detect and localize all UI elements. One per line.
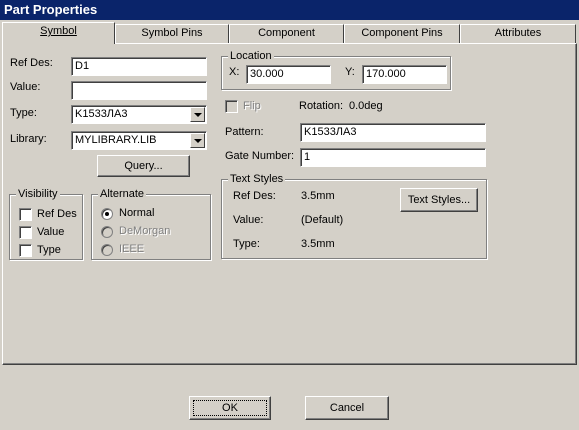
- library-label: Library:: [10, 133, 47, 145]
- query-button[interactable]: Query...: [97, 155, 190, 177]
- refdes-visibility-checkbox[interactable]: [19, 208, 32, 221]
- text-style-type-label: Type:: [233, 238, 260, 250]
- location-x-label: X:: [229, 66, 240, 78]
- tab-attributes[interactable]: Attributes: [460, 24, 576, 43]
- ok-button[interactable]: OK: [189, 396, 271, 420]
- pattern-label: Pattern:: [225, 126, 264, 138]
- refdes-visibility-label: Ref Des: [37, 208, 77, 220]
- gate-number-label: Gate Number:: [225, 150, 295, 162]
- location-y-label: Y:: [345, 66, 355, 78]
- text-styles-group-title: Text Styles: [228, 172, 286, 186]
- type-combobox[interactable]: K1533ЛA3: [71, 105, 207, 124]
- type-visibility-label: Type: [37, 244, 61, 256]
- rotation-label: Rotation:: [299, 100, 344, 112]
- ieee-radio-label: IEEE: [119, 243, 145, 255]
- demorgan-radio-label: DeMorgan: [119, 225, 171, 237]
- library-combobox[interactable]: MYLIBRARY.LIB: [71, 131, 207, 150]
- text-style-refdes-label: Ref Des:: [233, 190, 276, 202]
- alternate-group: Alternate Normal DeMorgan IEEE: [91, 187, 211, 260]
- tab-label: Attributes: [494, 27, 542, 39]
- refdes-input[interactable]: D1: [71, 57, 207, 76]
- visibility-group: Visibility Ref Des Value Type: [9, 187, 83, 260]
- tab-label: Component Pins: [361, 27, 443, 39]
- text-styles-button[interactable]: Text Styles...: [400, 188, 478, 212]
- gate-number-input[interactable]: 1: [300, 148, 486, 167]
- normal-radio[interactable]: [101, 208, 113, 220]
- tab-symbol[interactable]: Symbol: [2, 22, 115, 44]
- window-title: Part Properties: [0, 0, 579, 20]
- text-styles-group: Text Styles Ref Des: 3.5mm Value: (Defau…: [221, 172, 487, 259]
- flip-checkbox[interactable]: [225, 100, 238, 113]
- alternate-group-title: Alternate: [98, 187, 147, 201]
- text-style-type-value: 3.5mm: [301, 238, 335, 250]
- chevron-down-icon[interactable]: [190, 133, 205, 148]
- tab-component-pins[interactable]: Component Pins: [344, 24, 460, 43]
- text-style-refdes-value: 3.5mm: [301, 190, 335, 202]
- tab-label: Symbol Pins: [141, 27, 203, 39]
- value-visibility-checkbox[interactable]: [19, 226, 32, 239]
- part-properties-dialog: Part Properties Symbol Symbol Pins Compo…: [0, 0, 579, 430]
- tab-symbol-pins[interactable]: Symbol Pins: [115, 24, 229, 43]
- text-style-value-label: Value:: [233, 214, 264, 226]
- location-group: Location X: 30.000 Y: 170.000: [221, 49, 451, 90]
- text-style-value-value: (Default): [301, 214, 344, 226]
- cancel-button[interactable]: Cancel: [305, 396, 389, 420]
- pattern-input[interactable]: K1533ЛA3: [300, 123, 486, 142]
- tab-component[interactable]: Component: [229, 24, 344, 43]
- tab-label: Component: [258, 27, 315, 39]
- value-visibility-label: Value: [37, 226, 65, 238]
- normal-radio-label: Normal: [119, 207, 155, 219]
- value-label: Value:: [10, 81, 41, 93]
- demorgan-radio[interactable]: [101, 226, 113, 238]
- ieee-radio[interactable]: [101, 244, 113, 256]
- type-visibility-checkbox[interactable]: [19, 244, 32, 257]
- rotation-value: 0.0deg: [349, 100, 383, 112]
- location-y-input[interactable]: 170.000: [362, 65, 447, 84]
- tab-label: Symbol: [40, 25, 77, 37]
- refdes-label: Ref Des:: [10, 57, 53, 69]
- location-group-title: Location: [228, 49, 274, 63]
- type-label: Type:: [10, 107, 37, 119]
- location-x-input[interactable]: 30.000: [246, 65, 331, 84]
- chevron-down-icon[interactable]: [190, 107, 205, 122]
- flip-label: Flip: [243, 100, 261, 112]
- type-value: K1533ЛA3: [75, 108, 128, 120]
- symbol-tab-panel: Ref Des: D1 Value: Type: K1533ЛA3 Librar…: [2, 43, 577, 365]
- value-input[interactable]: [71, 81, 207, 100]
- library-value: MYLIBRARY.LIB: [75, 134, 157, 146]
- visibility-group-title: Visibility: [16, 187, 60, 201]
